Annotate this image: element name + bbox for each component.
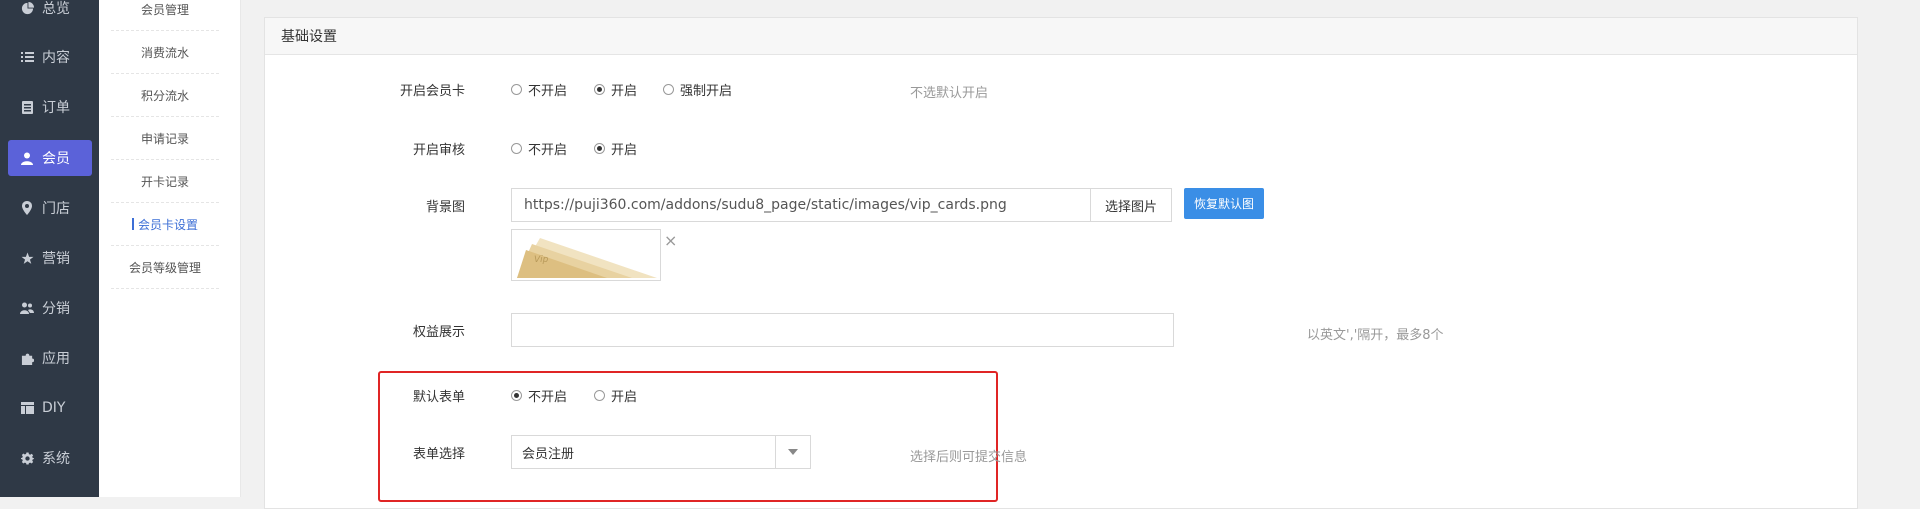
subnav-label: 开卡记录: [140, 174, 189, 189]
card-enable-label: 开启会员卡: [399, 84, 465, 99]
rights-label: 权益展示: [412, 325, 465, 340]
chevron-down-icon: [775, 436, 810, 468]
radio-dot: [511, 84, 522, 95]
nav-label: DIY: [42, 400, 66, 416]
subnav-item-points-flow[interactable]: 积分流水: [111, 74, 219, 117]
user-icon: [20, 151, 34, 165]
audit-enable-label: 开启审核: [412, 143, 465, 158]
subnav-item-member-card-settings[interactable]: 会员卡设置: [111, 203, 219, 246]
radio-label: 开启: [611, 143, 638, 158]
form-select-hint: 选择后则可提交信息: [910, 450, 1028, 465]
radio-label: 开启: [611, 84, 638, 99]
radio-dot: [663, 84, 674, 95]
subnav-item-consumption-flow[interactable]: 消费流水: [111, 31, 219, 74]
background-url-input[interactable]: https://puji360.com/addons/sudu8_page/st…: [511, 188, 1091, 222]
thumb-vip-text: Vip: [534, 255, 549, 265]
nav-label: 总览: [42, 1, 70, 17]
subnav-label: 申请记录: [140, 131, 189, 146]
radio-dot-selected: [594, 84, 605, 95]
default-form-option-off[interactable]: 不开启: [511, 386, 567, 405]
subnav-item-application-records[interactable]: 申请记录: [111, 117, 219, 160]
location-pin-icon: [20, 201, 34, 215]
document-icon: [20, 100, 34, 114]
nav-item-diy[interactable]: DIY: [8, 390, 92, 426]
nav-item-system[interactable]: 系统: [8, 440, 92, 476]
nav-item-distribution[interactable]: 分销: [8, 290, 92, 326]
radio-label: 不开启: [528, 143, 568, 158]
nav-label: 门店: [42, 201, 70, 217]
radio-dot-selected: [511, 390, 522, 401]
table-icon: [20, 401, 34, 415]
nav-item-members[interactable]: 会员: [8, 140, 92, 176]
rights-input[interactable]: [511, 313, 1174, 347]
subnav-label: 消费流水: [140, 45, 189, 60]
card-enable-option-on[interactable]: 开启: [594, 80, 637, 99]
page-scrollbar[interactable]: [1908, 0, 1920, 497]
radio-label: 不开启: [528, 84, 568, 99]
subnav-item-card-opening-records[interactable]: 开卡记录: [111, 160, 219, 203]
form-select-dropdown[interactable]: 会员注册: [511, 435, 811, 469]
panel-title: 基础设置: [281, 29, 337, 45]
nav-item-stores[interactable]: 门店: [8, 190, 92, 226]
default-form-label: 默认表单: [412, 390, 465, 405]
radio-label: 强制开启: [680, 84, 733, 99]
radio-dot: [511, 143, 522, 154]
background-thumbnail: Vip: [511, 229, 661, 281]
form-select-value: 会员注册: [522, 446, 575, 462]
users-icon: [20, 301, 34, 315]
nav-item-overview[interactable]: 总览: [8, 0, 92, 26]
member-subnav: 会员管理 消费流水 积分流水 申请记录 开卡记录 会员卡设置 会员等级管理: [99, 0, 241, 497]
radio-label: 不开启: [528, 390, 568, 405]
nav-item-apps[interactable]: 应用: [8, 340, 92, 376]
rights-hint: 以英文','隔开，最多8个: [1307, 328, 1444, 343]
radio-dot-selected: [594, 143, 605, 154]
card-enable-hint: 不选默认开启: [910, 86, 989, 101]
nav-label: 营销: [42, 251, 70, 267]
default-form-option-on[interactable]: 开启: [594, 386, 637, 405]
remove-image-icon[interactable]: ×: [664, 231, 677, 250]
subnav-label: 会员等级管理: [128, 260, 201, 275]
audit-enable-option-off[interactable]: 不开启: [511, 139, 567, 158]
nav-label: 分销: [42, 301, 70, 317]
radio-label: 开启: [611, 390, 638, 405]
subnav-label: 会员管理: [140, 2, 189, 17]
card-enable-option-force[interactable]: 强制开启: [663, 80, 732, 99]
subnav-label: 会员卡设置: [137, 217, 198, 232]
subnav-label: 积分流水: [140, 88, 189, 103]
nav-label: 订单: [42, 100, 70, 116]
nav-label: 系统: [42, 451, 70, 467]
puzzle-icon: [20, 351, 34, 365]
restore-default-image-button[interactable]: 恢复默认图: [1184, 188, 1264, 219]
card-enable-option-off[interactable]: 不开启: [511, 80, 567, 99]
nav-item-content[interactable]: 内容: [8, 39, 92, 75]
form-select-label: 表单选择: [412, 447, 465, 462]
basic-settings-panel: 基础设置 开启会员卡 不开启 开启 强制开启 不选默认开启 开启审核 不开启 开…: [264, 17, 1858, 509]
pie-chart-icon: [20, 1, 34, 15]
nav-label: 内容: [42, 50, 70, 66]
background-label: 背景图: [425, 200, 465, 215]
main-sidebar: 总览 内容 订单 会员 门店 营销 分销 应用 DIY 系统: [0, 0, 99, 497]
nav-item-marketing[interactable]: 营销: [8, 240, 92, 276]
gear-icon: [20, 451, 34, 465]
subnav-item-member-management[interactable]: 会员管理: [111, 0, 219, 31]
nav-label: 应用: [42, 351, 70, 367]
list-icon: [20, 50, 34, 64]
nav-label: 会员: [42, 151, 70, 167]
radio-dot: [594, 390, 605, 401]
panel-header: 基础设置: [265, 18, 1857, 55]
audit-enable-option-on[interactable]: 开启: [594, 139, 637, 158]
star-icon: [20, 251, 34, 265]
subnav-item-member-level-management[interactable]: 会员等级管理: [111, 246, 219, 289]
choose-image-button[interactable]: 选择图片: [1091, 188, 1172, 222]
vip-card-image: Vip: [512, 230, 660, 280]
nav-item-orders[interactable]: 订单: [8, 89, 92, 125]
